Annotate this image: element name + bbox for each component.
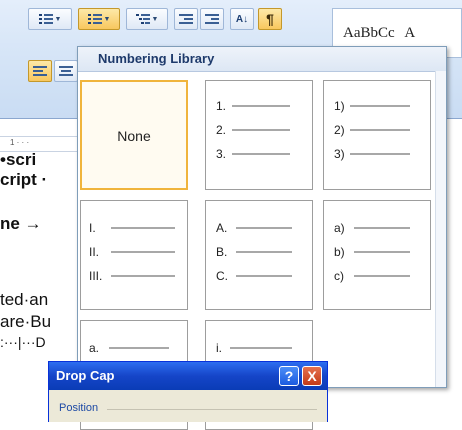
- show-formatting-marks-button[interactable]: ¶: [258, 8, 282, 30]
- scrollbar[interactable]: [435, 71, 446, 387]
- bullets-icon: [38, 13, 53, 25]
- numbering-format-tile[interactable]: 1) 2) 3): [323, 80, 431, 190]
- marker: A.: [216, 221, 228, 235]
- align-center-icon: [59, 65, 73, 77]
- help-button[interactable]: ?: [279, 366, 299, 386]
- numbering-icon: [87, 13, 102, 25]
- marker: a): [334, 221, 345, 235]
- marker: b): [334, 245, 345, 259]
- style-sample-next[interactable]: A: [404, 25, 415, 41]
- dialog-title-bar[interactable]: Drop Cap ? X: [49, 362, 327, 390]
- marker: I.: [89, 221, 96, 235]
- drop-cap-dialog: Drop Cap ? X Position: [48, 361, 328, 422]
- decrease-indent-button[interactable]: [174, 8, 198, 30]
- marker: III.: [89, 269, 103, 283]
- doc-line: cript ·: [0, 170, 48, 189]
- doc-line: ted·an: [0, 290, 49, 309]
- doc-line: ne →: [0, 214, 42, 233]
- marker: 1): [334, 99, 345, 113]
- sort-button[interactable]: A↓: [230, 8, 254, 30]
- marker: 2): [334, 123, 345, 137]
- multilevel-list-icon: [135, 13, 150, 25]
- doc-line: •scri: [0, 150, 37, 169]
- marker: B.: [216, 245, 228, 259]
- decrease-indent-icon: [179, 13, 193, 25]
- numbering-button[interactable]: ▼: [78, 8, 120, 30]
- marker: II.: [89, 245, 100, 259]
- align-left-icon: [33, 65, 47, 77]
- increase-indent-icon: [205, 13, 219, 25]
- align-left-button[interactable]: [28, 60, 52, 82]
- numbering-format-tile[interactable]: I. II. III.: [80, 200, 188, 310]
- doc-line: are·Bu: [0, 312, 52, 331]
- ruler-marks: 1 · · ·: [10, 138, 30, 147]
- chevron-down-icon[interactable]: ▼: [152, 16, 159, 23]
- marker: a.: [89, 341, 100, 355]
- dialog-title: Drop Cap: [56, 368, 115, 383]
- numbering-format-none[interactable]: None: [80, 80, 188, 190]
- marker: C.: [216, 269, 228, 283]
- bullets-button[interactable]: ▼: [28, 8, 72, 30]
- numbering-format-tile[interactable]: 1. 2. 3.: [205, 80, 313, 190]
- chevron-down-icon[interactable]: ▼: [55, 16, 62, 23]
- marker: 3): [334, 147, 345, 161]
- none-label: None: [117, 128, 151, 144]
- numbering-library-title: Numbering Library: [78, 47, 446, 72]
- increase-indent-button[interactable]: [200, 8, 224, 30]
- chevron-down-icon[interactable]: ▼: [104, 16, 111, 23]
- doc-line: :···|···D: [0, 334, 46, 350]
- numbering-library-dropdown: Numbering Library None 1. 2. 3. 1) 2) 3)…: [77, 46, 447, 430]
- align-center-button[interactable]: [54, 60, 78, 82]
- pilcrow-icon: ¶: [266, 11, 274, 27]
- style-sample-normal[interactable]: AaBbCc: [343, 25, 395, 41]
- sort-icon: A↓: [235, 13, 249, 25]
- position-group-label: Position: [59, 402, 99, 414]
- marker: 2.: [216, 123, 227, 137]
- divider: [107, 409, 317, 410]
- marker: c): [334, 269, 344, 283]
- marker: 3.: [216, 147, 227, 161]
- multilevel-list-button[interactable]: ▼: [126, 8, 168, 30]
- marker: 1.: [216, 99, 227, 113]
- numbering-format-tile[interactable]: A. B. C.: [205, 200, 313, 310]
- marker: i.: [216, 341, 222, 355]
- close-button[interactable]: X: [302, 366, 322, 386]
- numbering-format-tile[interactable]: a) b) c): [323, 200, 431, 310]
